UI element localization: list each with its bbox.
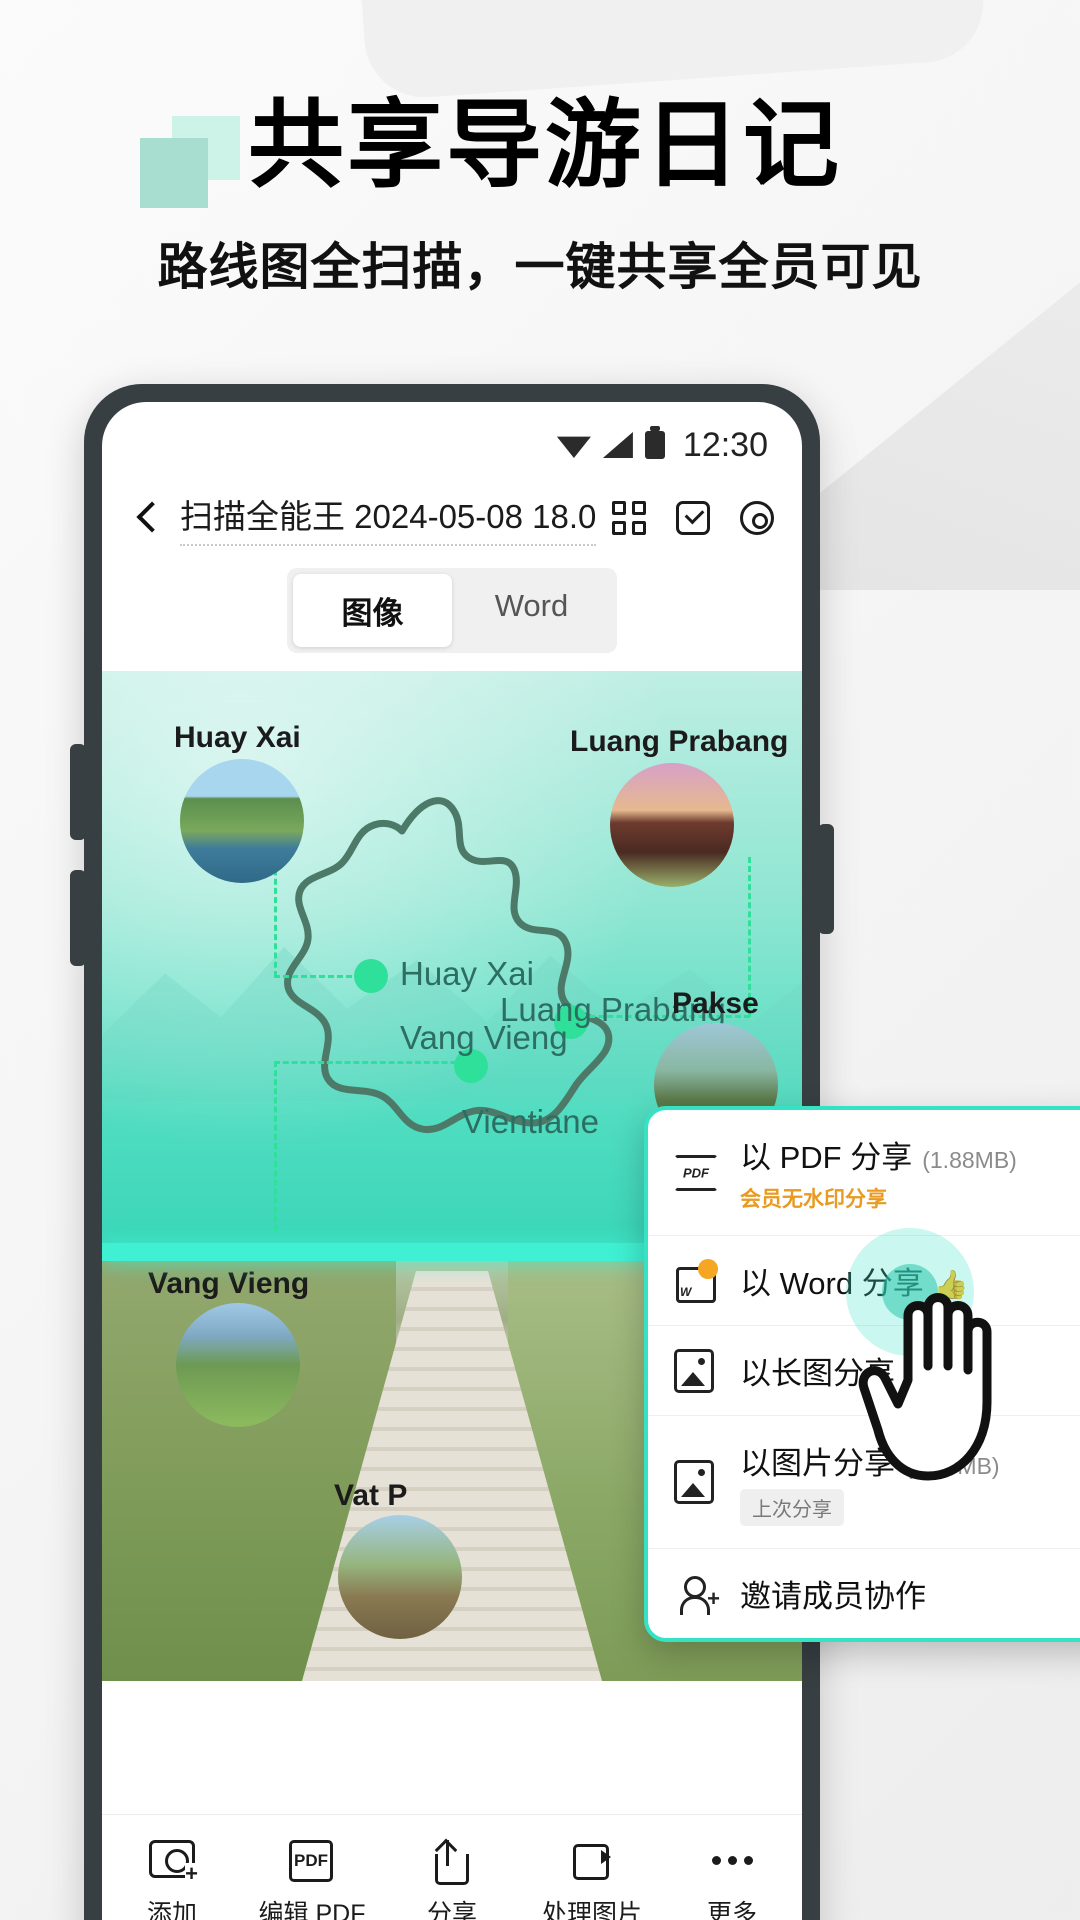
city-label-vang-vieng: Vang Vieng (400, 1019, 568, 1056)
toolbar-label-process-image: 处理图片 (541, 1899, 642, 1920)
connector-vangvieng (274, 1061, 474, 1064)
hand-cursor-icon (858, 1293, 992, 1481)
bottom-toolbar: 添加 PDF 编辑 PDF 分享 处理图片 更多 (102, 1814, 802, 1920)
toolbar-label-add: 添加 (146, 1899, 197, 1920)
share-icon (429, 1838, 469, 1885)
photo-circle-huay-xai (180, 759, 304, 883)
navbar-actions (612, 501, 774, 535)
toolbar-item-add[interactable]: 添加 (102, 1839, 242, 1920)
gear-icon[interactable] (740, 501, 774, 535)
word-file-icon: W (674, 1258, 718, 1303)
photo-circle-luang-prabang (610, 763, 734, 887)
city-label-huay-xai: Huay Xai (400, 955, 534, 992)
share-item-pdf[interactable]: PDF 以 PDF 分享 (1.88MB) 会员无水印分享 (648, 1110, 1080, 1236)
grid-view-icon[interactable] (612, 501, 646, 535)
decorative-shape-top (352, 0, 988, 102)
toolbar-item-process-image[interactable]: 处理图片 (522, 1840, 662, 1920)
share-size-pdf: (1.88MB) (922, 1147, 1017, 1173)
city-label-vientiane: Vientiane (462, 1103, 600, 1140)
city-dot-huay-xai (354, 959, 388, 993)
photo-label-pakse: Pakse (672, 987, 759, 1020)
app-navbar: 扫描全能王 2024-05-08 18.05 (102, 476, 802, 560)
invite-person-icon: + (674, 1572, 720, 1616)
photo-circle-vat (338, 1515, 462, 1639)
wifi-icon (557, 432, 591, 458)
promo-headline: 共享导游日记 (248, 92, 842, 199)
share-title-invite: 邀请成员协作 (740, 1579, 926, 1614)
share-tag-last-shared: 上次分享 (740, 1489, 844, 1526)
phone-power-button[interactable] (818, 824, 834, 934)
phone-volume-down-button[interactable] (70, 870, 86, 966)
toolbar-item-share[interactable]: 分享 (382, 1838, 522, 1920)
signal-icon (602, 432, 633, 458)
toolbar-item-more[interactable]: 更多 (662, 1840, 802, 1920)
image-file-icon (674, 1460, 714, 1504)
connector-vangvieng-v (274, 1061, 277, 1231)
pdf-file-icon: PDF (674, 1151, 718, 1195)
photo-circle-vang-vieng-2 (176, 1303, 300, 1427)
photo-label-vat: Vat P (334, 1479, 408, 1512)
toolbar-item-edit-pdf[interactable]: PDF 编辑 PDF (242, 1839, 382, 1920)
long-image-icon (674, 1348, 714, 1393)
view-tabs: 图像 Word (102, 560, 802, 671)
edit-pdf-icon: PDF (289, 1839, 333, 1882)
toolbar-label-share: 分享 (426, 1899, 477, 1920)
tab-word[interactable]: Word (452, 574, 611, 647)
photo-label-vang-vieng-2: Vang Vieng (148, 1267, 310, 1300)
promo-subheadline: 路线图全扫描，一键共享全员可见 (157, 238, 923, 295)
share-title-pdf: 以 PDF 分享 (740, 1140, 913, 1175)
back-chevron-icon[interactable] (130, 501, 164, 535)
toolbar-label-edit-pdf: 编辑 PDF (258, 1899, 366, 1920)
share-sub-pdf: 会员无水印分享 (740, 1188, 887, 1211)
more-dots-icon (709, 1840, 755, 1882)
crop-image-icon (569, 1840, 611, 1882)
photo-label-luang-prabang: Luang Prabang (570, 725, 789, 758)
phone-volume-up-button[interactable] (70, 744, 86, 840)
status-time: 12:30 (682, 425, 768, 464)
document-title[interactable]: 扫描全能王 2024-05-08 18.05 (180, 490, 596, 546)
share-item-invite[interactable]: + 邀请成员协作 (648, 1549, 1080, 1638)
battery-icon (644, 426, 665, 459)
toolbar-label-more: 更多 (706, 1899, 757, 1920)
tab-image[interactable]: 图像 (293, 574, 452, 647)
add-camera-icon (149, 1839, 198, 1885)
promo-header: 共享导游日记 路线图全扫描，一键共享全员可见 (0, 92, 1080, 299)
checkbox-select-icon[interactable] (676, 501, 710, 535)
photo-label-huay-xai: Huay Xai (174, 721, 301, 754)
status-bar: 12:30 (102, 402, 802, 476)
